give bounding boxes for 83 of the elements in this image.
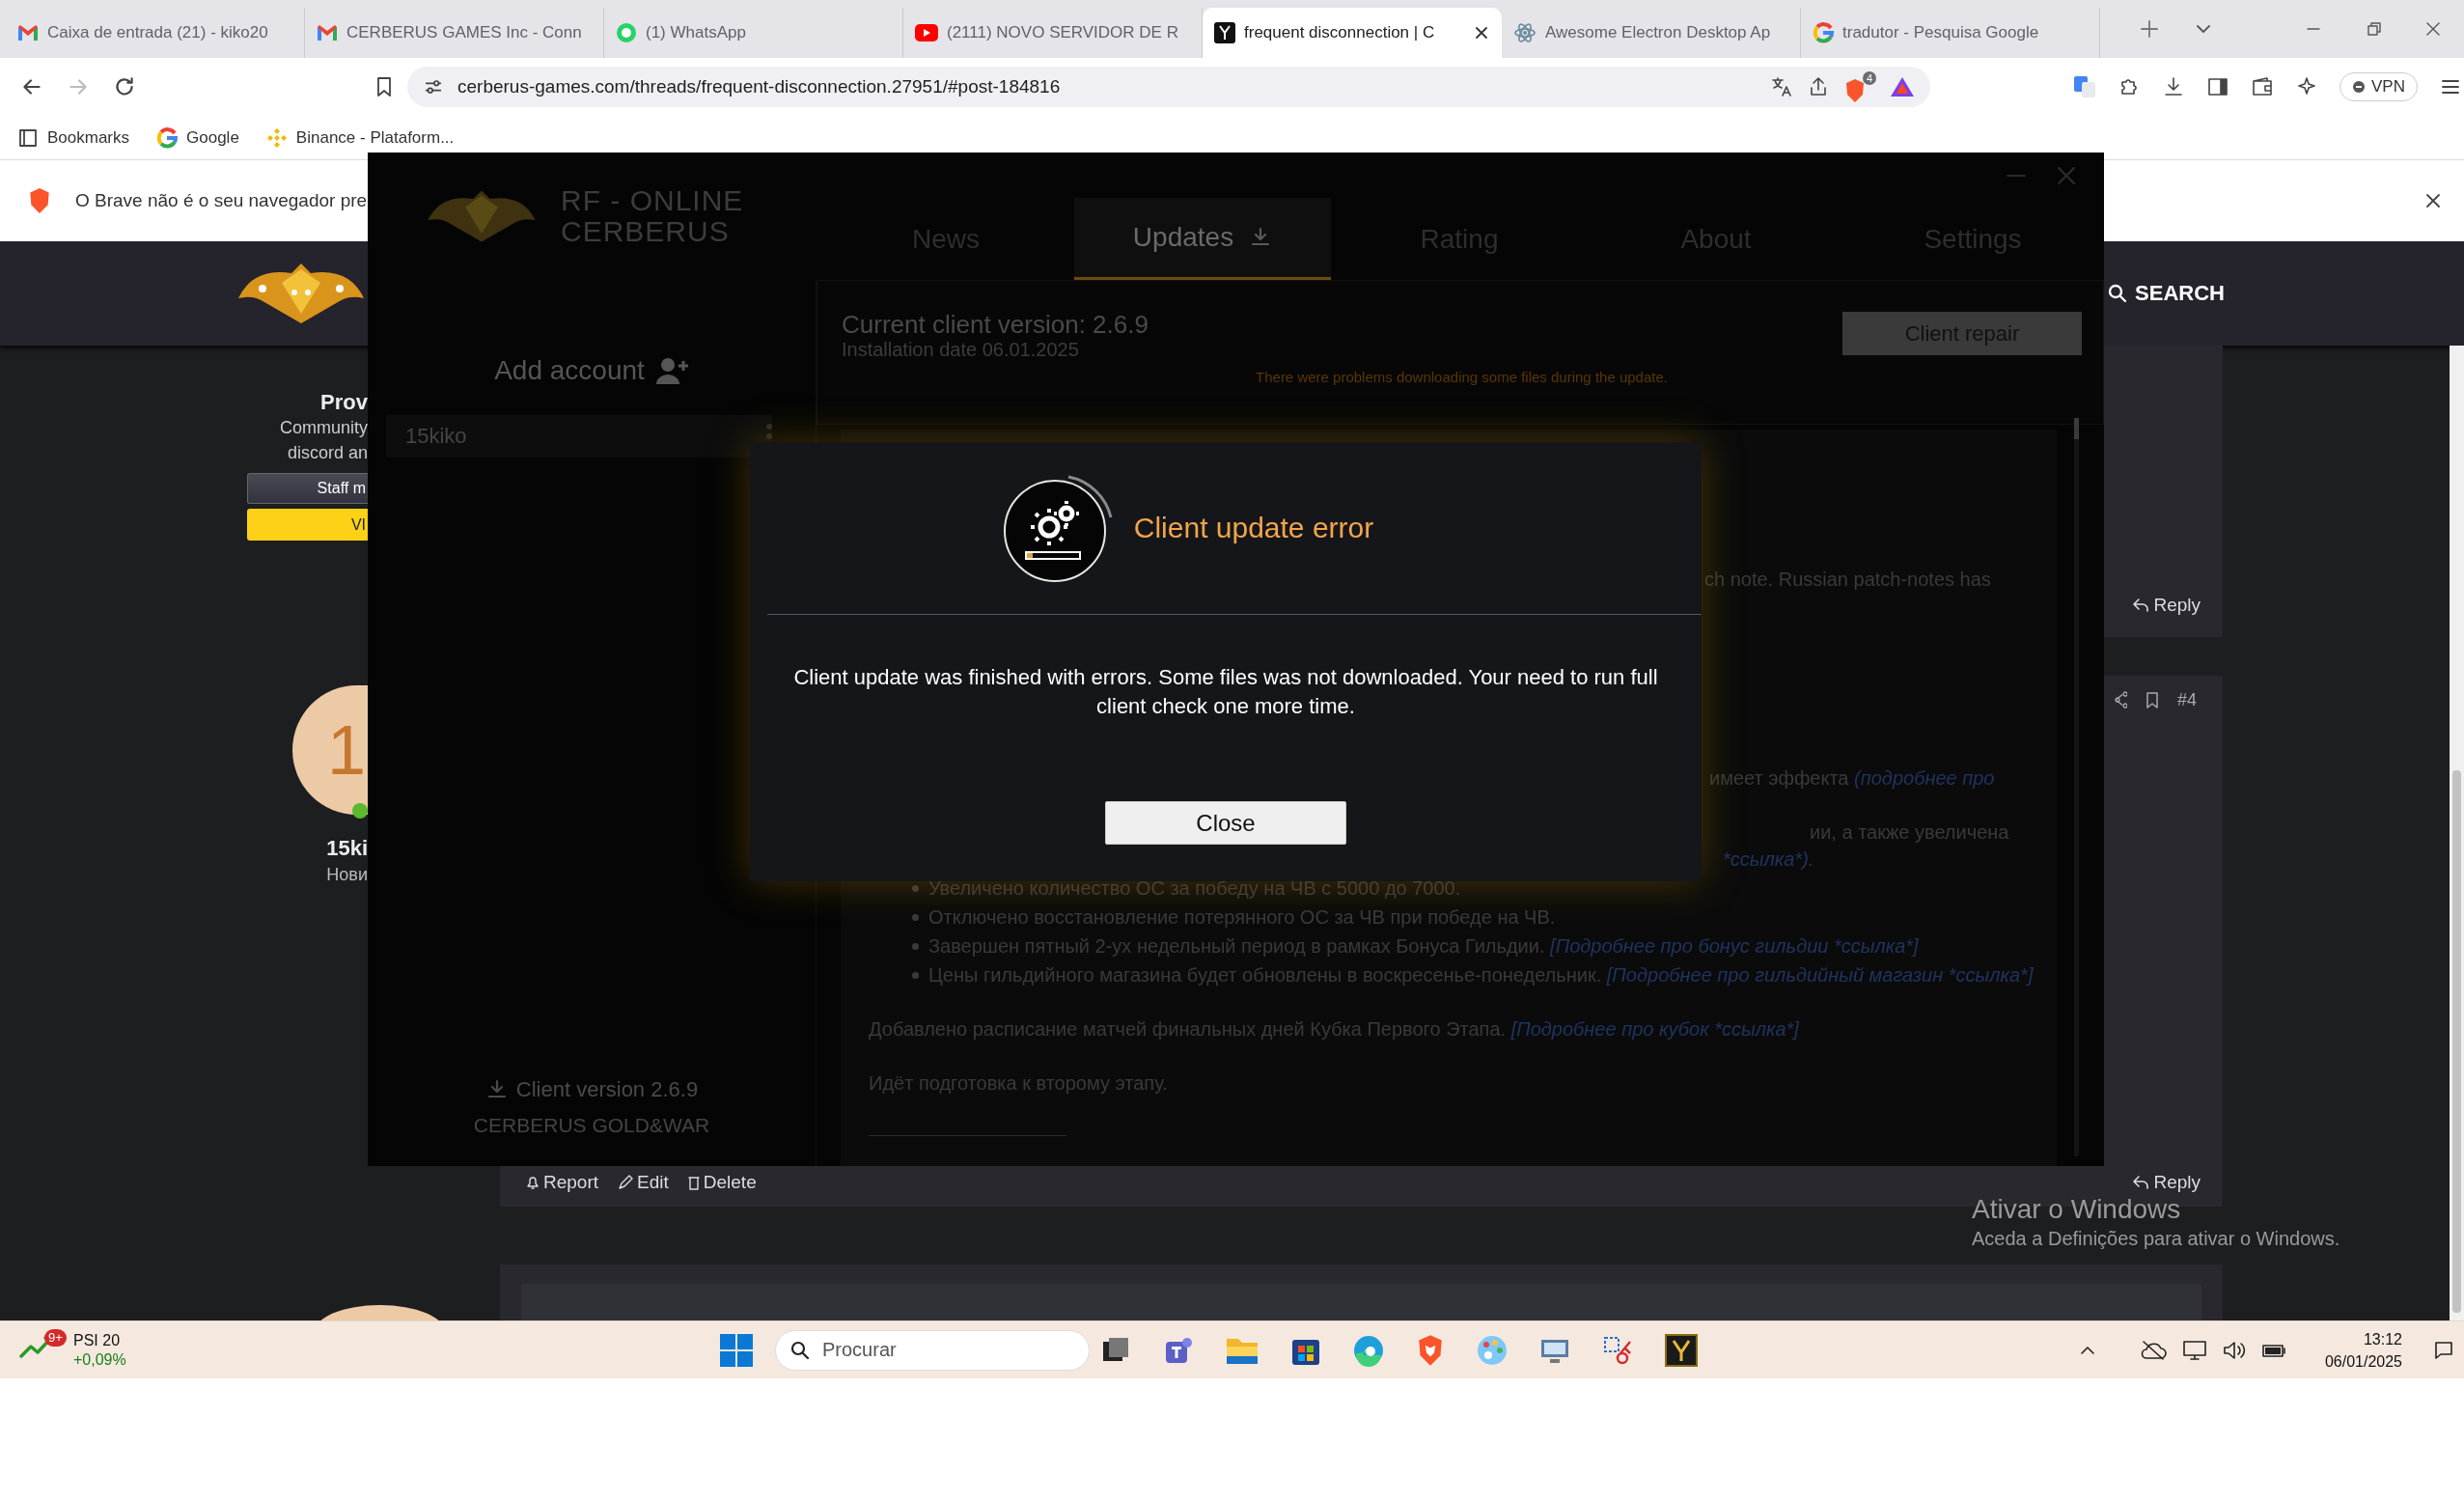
current-version: Current client version: 2.6.9 — [842, 310, 1149, 339]
username: Prov — [320, 390, 368, 415]
download-icon[interactable] — [2162, 75, 2185, 98]
reply-icon — [2132, 1175, 2150, 1190]
browser-tab[interactable]: frequent disconnection | C — [1203, 8, 1502, 58]
client-version: Client version 2.6.9 — [515, 1077, 699, 1102]
scrollbar[interactable] — [2450, 346, 2464, 1320]
plus-icon — [2139, 18, 2160, 40]
address-bar[interactable]: cerberus-games.com/threads/frequent-disconnection.27951/#post-184816 4 — [407, 67, 1930, 107]
widget-title: PSI 20 — [73, 1330, 122, 1350]
post-action-link[interactable]: Edit — [618, 1172, 669, 1193]
speaker-icon[interactable] — [2222, 1339, 2246, 1361]
post-action-link[interactable]: Delete — [687, 1172, 757, 1193]
cloud-icon[interactable] — [2139, 1339, 2167, 1361]
activation-title: Ativar o Windows — [1972, 1193, 2182, 1226]
shield-button[interactable]: 4 — [1843, 70, 1876, 103]
bookmark-link[interactable]: Google — [156, 126, 239, 149]
palette-icon[interactable] — [1476, 1333, 1509, 1367]
close-icon — [1473, 24, 1490, 42]
site-logo-icon — [1214, 22, 1235, 43]
bullet-icon — [912, 971, 919, 979]
activation-text: Aceda a Definições para ativar o Windows. — [1972, 1227, 2340, 1251]
bullet-icon — [912, 884, 919, 892]
trash-icon — [687, 1175, 700, 1190]
bookmarks-icon — [17, 126, 39, 149]
username: 15ki — [326, 835, 368, 862]
search-icon — [790, 1340, 810, 1360]
launcher-tab[interactable]: Updates — [1074, 198, 1331, 280]
vpn-status-icon — [2352, 80, 2366, 94]
avatar-initial: 1 — [326, 710, 366, 790]
search-button[interactable]: SEARCH — [2108, 281, 2225, 306]
notification-badge: 9+ — [44, 1328, 67, 1347]
bell-icon — [526, 1175, 540, 1190]
shield-icon — [1843, 77, 1867, 103]
atom-icon — [1513, 21, 1537, 44]
online-icon — [352, 803, 368, 819]
widget-value: +0,09% — [73, 1349, 126, 1370]
user-rank: Нови — [326, 864, 368, 886]
bullet-icon — [912, 913, 919, 921]
monitor-icon[interactable] — [2181, 1338, 2207, 1362]
close-icon[interactable] — [2423, 191, 2443, 210]
reply-icon — [2132, 598, 2150, 613]
post-number[interactable]: #4 — [2176, 689, 2197, 710]
bullet-icon — [912, 942, 919, 950]
clock[interactable]: 13:12 06/01/2025 — [2324, 1327, 2402, 1373]
add-account-button[interactable]: Add account — [494, 355, 689, 386]
bookmark-link[interactable]: Binance - Plataform... — [265, 126, 455, 149]
diamond-icon — [265, 126, 288, 149]
vip-badge: VI — [247, 509, 368, 541]
pencil-icon — [618, 1175, 634, 1190]
user-plus-icon — [655, 357, 689, 384]
mail-icon — [17, 24, 39, 42]
staff-badge: Staff m — [247, 473, 368, 504]
scrollbar[interactable] — [2074, 418, 2079, 1156]
reply-link[interactable]: Reply — [2132, 595, 2201, 616]
server-name: CERBERUS GOLD&WAR — [473, 1114, 710, 1137]
game-launcher-icon[interactable] — [1664, 1332, 1699, 1368]
post-action-link[interactable]: Report — [526, 1172, 599, 1193]
google-icon — [1813, 22, 1834, 43]
count-badge: 4 — [1862, 70, 1876, 85]
sidebar-icon[interactable] — [2206, 75, 2229, 98]
user-title: Community — [279, 417, 368, 439]
bookmark-icon[interactable] — [2144, 691, 2160, 709]
user-title: discord an — [287, 442, 368, 464]
bookmark-link[interactable]: Bookmarks — [17, 126, 130, 149]
close-button[interactable]: Close — [1105, 801, 1346, 845]
lion-icon — [27, 187, 52, 214]
wallet-icon[interactable] — [2251, 75, 2274, 98]
start-icon[interactable] — [719, 1332, 754, 1368]
reply-link[interactable]: Reply — [2132, 1172, 2201, 1193]
play-icon — [915, 24, 938, 42]
warning-text: There were problems downloading some files during the update. — [1255, 369, 1669, 385]
chat-icon — [616, 22, 637, 43]
notification-icon[interactable] — [2433, 1339, 2454, 1361]
google-icon — [156, 126, 179, 149]
browser-icon[interactable] — [1352, 1333, 1385, 1367]
dialog-title: Client update error — [1133, 512, 1374, 544]
dialog-message: Client update was finished with errors. Some files was not downloaded. Your need to run full client check one more time. — [792, 664, 1659, 720]
triangle-icon[interactable] — [1890, 75, 1915, 98]
notice-text: O Brave não é o seu navegador pre — [75, 190, 368, 211]
mail-icon — [317, 24, 338, 42]
search-icon — [2108, 284, 2128, 303]
search-field[interactable]: Procurar — [775, 1329, 1090, 1371]
